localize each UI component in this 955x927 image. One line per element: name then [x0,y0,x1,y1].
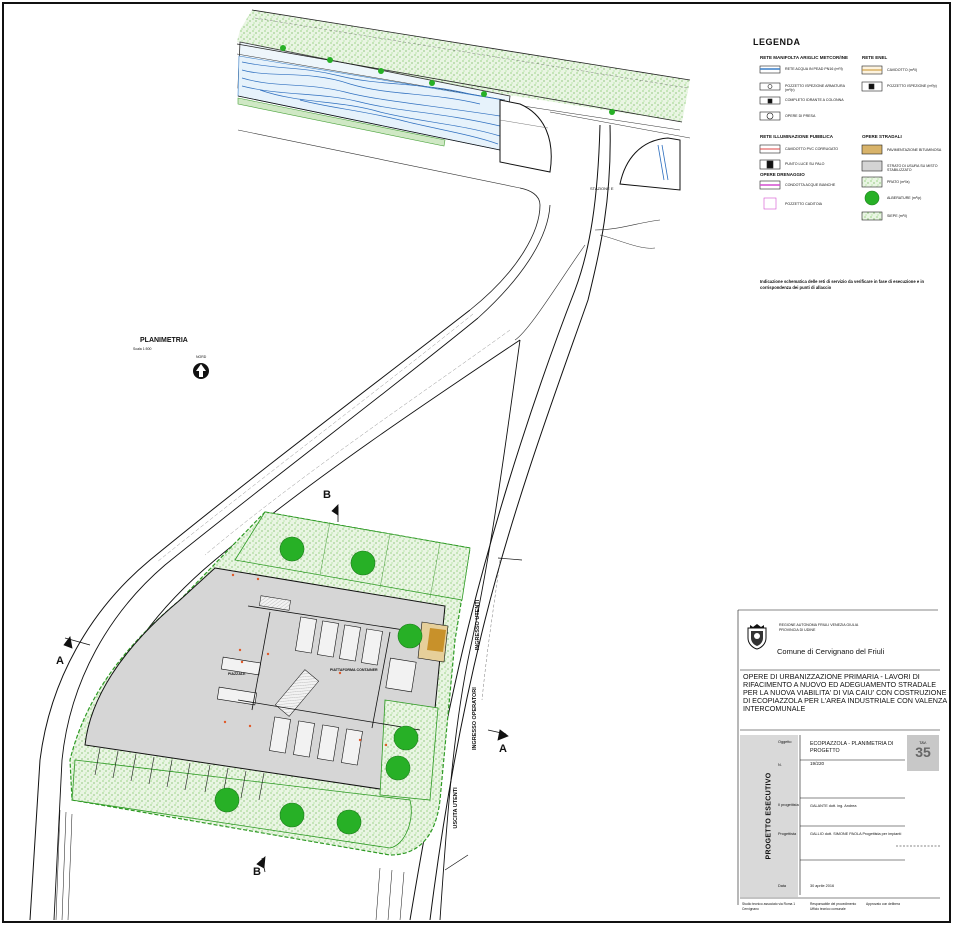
drawing-date: 30 aprile 2016 [810,884,835,888]
station-label: STAZIONE E [590,186,614,191]
section-a-right: A [499,743,507,755]
north-arrow-icon [193,363,209,379]
section-b-top: B [323,489,331,501]
label-collaborator: Progettista [778,832,797,836]
legend-item-water-1: RETE ACQUA IN PEAD PN16 (m²/l) [785,67,843,71]
legend-item-water-2: POZZETTO ISPEZIONE ARMATURA (m²/p) [785,84,845,92]
culvert-left [499,99,552,173]
main-road [409,124,661,921]
municipality-crest-icon [747,624,767,650]
site-plan [29,9,940,921]
legend-item-road-3: PRATO (m²/a) [887,180,910,184]
culvert-right [619,137,681,191]
legend-group-road: OPERE STRADALI [862,134,902,139]
plan-scale: Scala 1:500 [133,347,152,351]
legend-item-drain-1: CONDOTTA ACQUE BIANCHE [785,183,836,187]
designer-name: GALANTE dott. ing. Andrea [810,804,857,808]
organization: REGIONE AUTONOMA FRIULI VENEZIA GIULIA P… [779,623,859,632]
legend-group-drainage: OPERE DRENAGGIO [760,172,805,177]
access-users-label: INGRESSO UTENTI [475,599,481,651]
legend-item-water-4: OPERE DI PRESA [785,114,816,118]
sheet-number: 35 [915,744,931,760]
legend-title: LEGENDA [753,37,801,47]
legend-item-road-1: PAVIMENTAZIONE BITUMINOSA [887,148,942,152]
collaborator-name: GALLIO dott. SIMONE PAOLA Progettista pe… [810,832,902,836]
municipality-name: Comune di Cervignano del Friuli [777,647,885,656]
building-label-2: PIAZZALE [228,672,246,676]
legend-note: Indicazione schematica delle reti di ser… [760,279,925,290]
section-a-left: A [56,655,64,667]
footer-1: Studio tecnico associato via Roma 1 Cerv… [742,902,796,911]
legend-item-light-2: PUNTO LUCE SU PALO [785,162,825,166]
north-label: NORD [196,355,207,359]
section-b-bottom: B [253,866,261,878]
phase-label: PROGETTO ESECUTIVO [765,772,773,860]
legend-item-water-3: COMPLETO IDRANTE A COLONNA [785,98,844,102]
label-designer: Il progettista [778,803,799,807]
legend-item-light-1: CAVIDOTTO PVC CORRUGATO [785,147,839,151]
label-object: Oggetto [778,740,792,744]
sheet-number-box: TAV. 35 [907,735,939,771]
project-title: OPERE DI URBANIZZAZIONE PRIMARIA - LAVOR… [743,672,947,713]
legend-item-road-2: STRATO DI USURA SU MISTO STABILIZZATO [887,164,938,172]
footer-3: Approvato con delibera [866,902,900,906]
access-operators-label: INGRESSO OPERATORI [472,687,478,750]
building-label-1: PIATTAFORMA CONTAINER [330,668,378,672]
label-date: Data [778,884,787,888]
legend-item-enel-1: CAVIDOTTO (m²/l) [887,68,918,72]
plan-title: PLANIMETRIA [140,337,188,344]
drawing-description: ECOPIAZZOLA - PLANIMETRIA DI PROGETTO [810,741,894,754]
label-number: N. [778,763,782,767]
footer-2: Responsabile del procedimento Ufficio te… [810,902,857,911]
legend-group-water: RETE MANIFOLTA ARIGLIC METCOR/INE [760,55,848,60]
legend-item-drain-2: POZZETTO CADITOIA [785,202,823,206]
exit-users-label: USCITA UTENTI [453,787,459,829]
legend-group-lighting: RETE ILLUMINAZIONE PUBBLICA [760,134,833,139]
legend-group-enel: RETE ENEL [862,55,888,60]
drawing-sheet: LEGENDA RETE MANIFOLTA ARIGLIC METCOR/IN… [0,0,955,927]
legend-item-road-5: SIEPE (m²/l) [887,214,907,218]
legend-item-road-4: ALBERATURE (m²/p) [887,196,922,200]
legend-item-enel-2: POZZETTO ISPEZIONE (m²/p) [887,84,937,88]
project-code: 19/220 [810,761,825,766]
phase-band: PROGETTO ESECUTIVO [740,735,798,897]
ecopiazzola-site [69,511,471,856]
